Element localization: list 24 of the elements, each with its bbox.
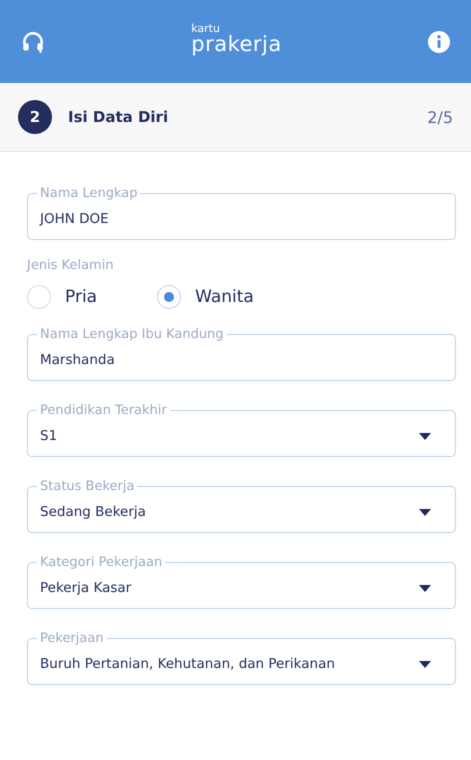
field-label: Nama Lengkap Ibu Kandung [39, 327, 225, 342]
input-field[interactable]: Nama Lengkap Ibu Kandung Marshanda [27, 327, 456, 381]
caret-icon [419, 508, 431, 516]
caret-icon [419, 432, 431, 440]
input-field[interactable]: Nama Lengkap JOHN DOE [27, 186, 456, 240]
dropdown[interactable]: Pekerjaan Buruh Pertanian, Kehutanan, dan Perikanan [27, 631, 456, 685]
info-icon[interactable] [426, 30, 451, 54]
dropdown[interactable]: Status Bekerja Sedang Bekerja [27, 479, 456, 533]
logo-small-text: kartu [191, 22, 221, 34]
radio-option[interactable]: Wanita [157, 285, 254, 309]
field-label: Kategori Pekerjaan [39, 555, 164, 570]
radio-option[interactable]: Pria [27, 285, 98, 309]
caret-icon [419, 584, 431, 592]
field-label: Pekerjaan [39, 631, 105, 646]
logo-text: prakerja [191, 34, 282, 54]
dropdown[interactable]: Kategori Pekerjaan Pekerja Kasar [27, 555, 456, 609]
field-label: Pendidikan Terakhir [39, 403, 168, 418]
step-number-badge: 2 [18, 100, 52, 134]
field-label: Nama Lengkap [39, 186, 138, 201]
step-title: Isi Data Diri [68, 108, 170, 126]
caret-icon [419, 660, 431, 668]
dropdown[interactable]: Pendidikan Terakhir S1 [27, 403, 456, 457]
field-label: Status Bekerja [39, 479, 136, 494]
field-label: Jenis Kelamin [27, 258, 115, 273]
